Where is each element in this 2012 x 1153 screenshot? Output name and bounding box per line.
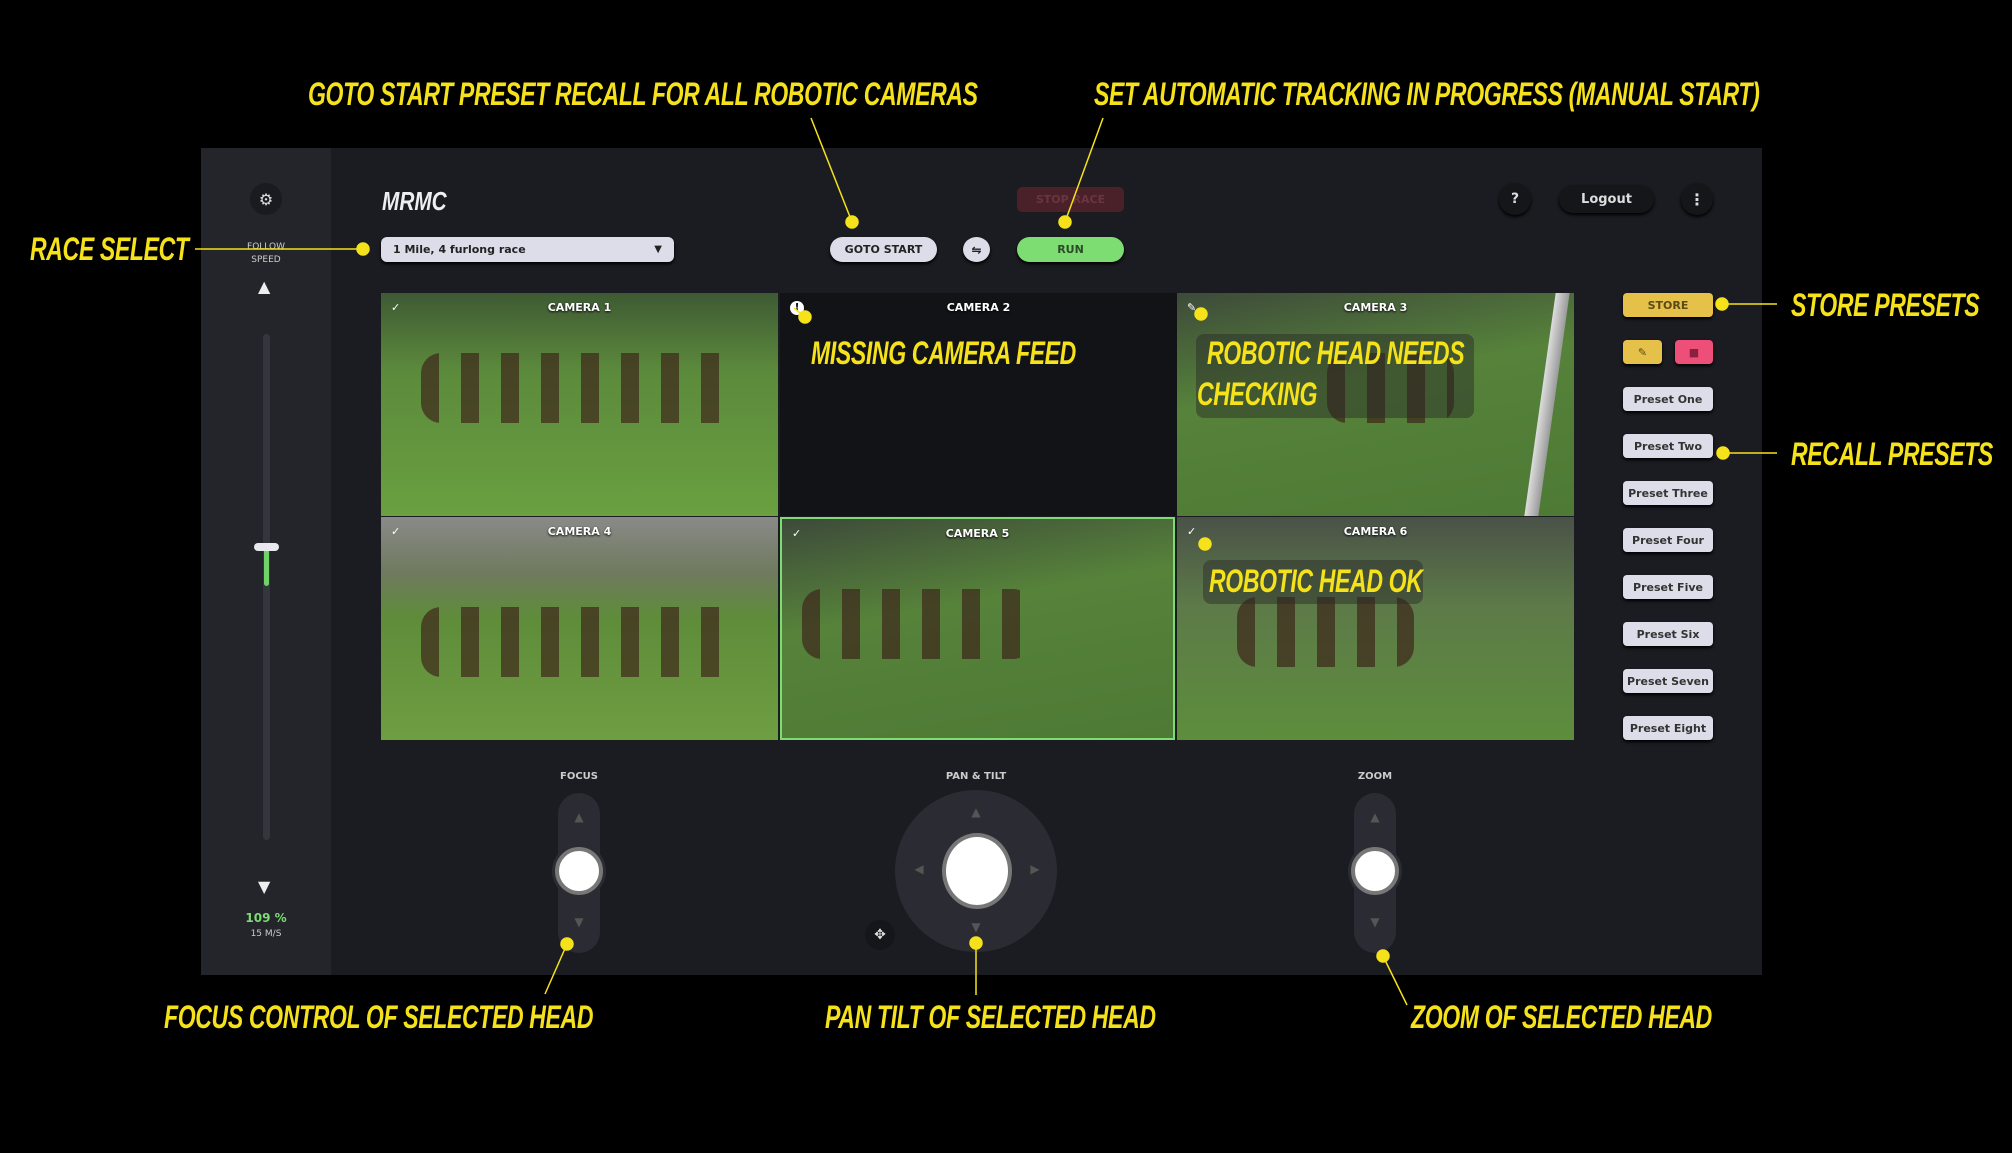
annotation-leaders xyxy=(195,117,1777,1006)
annotation-zoom: ZOOM OF SELECTED HEAD xyxy=(1411,999,1712,1035)
annotation-needs-checking: ROBOTIC HEAD NEEDS xyxy=(1207,335,1465,371)
annotation-race-select: RACE SELECT xyxy=(30,231,189,267)
annotation-tracking: SET AUTOMATIC TRACKING IN PROGRESS (MANU… xyxy=(1094,76,1760,112)
annotation-pan-tilt: PAN TILT OF SELECTED HEAD xyxy=(825,999,1156,1035)
annotation-missing-feed: MISSING CAMERA FEED xyxy=(811,335,1076,371)
annotation-recall-presets: RECALL PRESETS xyxy=(1791,436,1993,472)
annotation-store-presets: STORE PRESETS xyxy=(1791,287,1980,323)
annotation-goto-start: GOTO START PRESET RECALL FOR ALL ROBOTIC… xyxy=(308,76,978,112)
annotation-focus: FOCUS CONTROL OF SELECTED HEAD xyxy=(164,999,594,1035)
annotation-needs-checking-2: CHECKING xyxy=(1197,376,1318,412)
annotation-head-ok: ROBOTIC HEAD OK xyxy=(1209,563,1423,599)
